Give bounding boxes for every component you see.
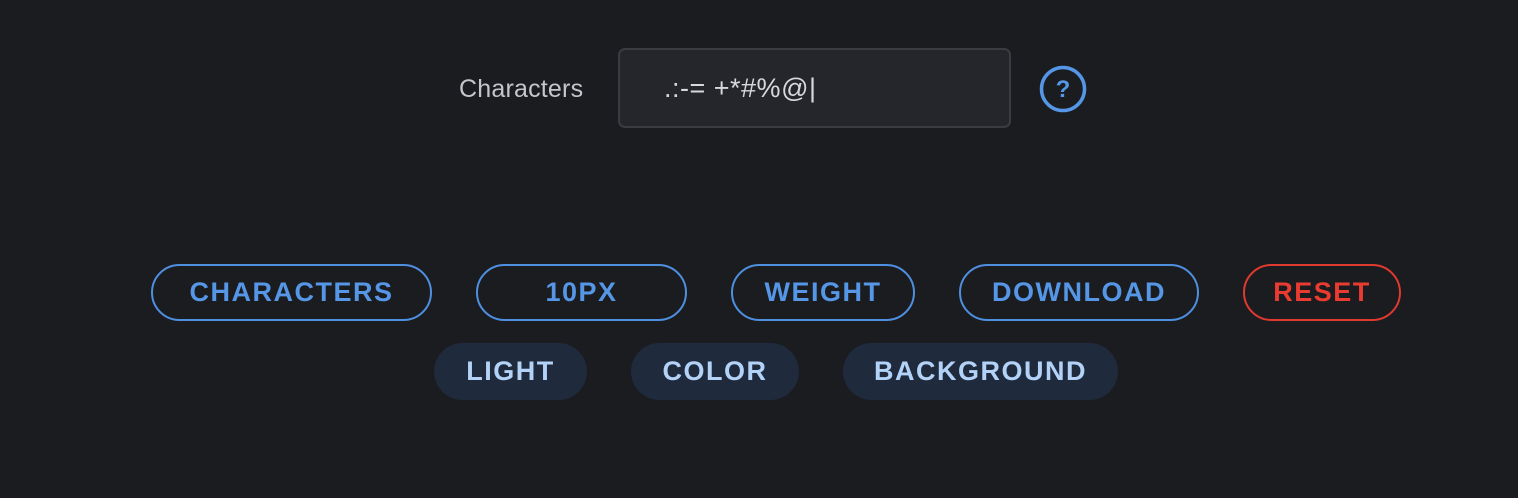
weight-button[interactable]: WEIGHT	[731, 264, 915, 321]
characters-field-label: Characters	[459, 75, 584, 103]
color-toggle[interactable]: COLOR	[631, 343, 799, 400]
help-icon-glyph: ?	[1056, 76, 1071, 103]
characters-button[interactable]: CHARACTERS	[151, 264, 432, 321]
reset-button[interactable]: RESET	[1243, 264, 1401, 321]
help-icon[interactable]: ?	[1039, 65, 1087, 113]
font-size-button[interactable]: 10PX	[476, 264, 687, 321]
ascii-art-controls: Characters ? CHARACTERS 10PX WEIGHT DOWN…	[0, 0, 1518, 498]
characters-input[interactable]	[618, 48, 1011, 128]
download-button[interactable]: DOWNLOAD	[959, 264, 1199, 321]
light-toggle[interactable]: LIGHT	[434, 343, 587, 400]
background-toggle[interactable]: BACKGROUND	[843, 343, 1118, 400]
